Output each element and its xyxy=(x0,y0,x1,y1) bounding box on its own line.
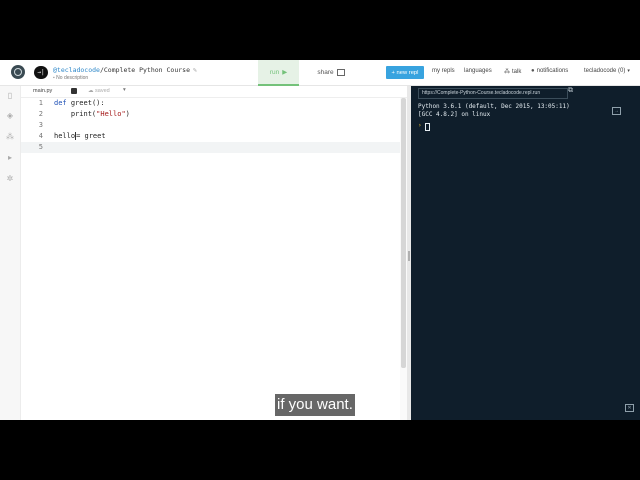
console-cursor xyxy=(425,123,430,131)
share-icon xyxy=(336,68,345,76)
new-repl-button[interactable]: + new repl xyxy=(386,66,424,79)
video-subtitle: if you want. xyxy=(275,394,355,416)
repl-description[interactable]: ▪ No description xyxy=(53,75,88,81)
line-number: 4 xyxy=(38,132,43,140)
files-icon[interactable]: ▯ xyxy=(5,91,15,101)
chat-icon: ⁂ xyxy=(504,69,510,75)
cloud-icon: ☁ xyxy=(88,88,96,94)
drag-handle-icon[interactable] xyxy=(408,251,410,261)
database-icon[interactable]: ⁂ xyxy=(5,132,15,142)
code-line: 4 hello= greet xyxy=(21,131,401,142)
code-line: 2 print("Hello") xyxy=(21,109,401,120)
top-bar: →| @tecladocode/Complete Python Course ✎ … xyxy=(0,60,640,86)
console-toggle-icon[interactable]: → xyxy=(612,107,621,115)
app-window: →| @tecladocode/Complete Python Course ✎ … xyxy=(0,60,640,420)
code-text: print("Hello") xyxy=(54,110,130,118)
line-number: 1 xyxy=(38,99,43,107)
code-text: hello= greet xyxy=(54,132,106,140)
languages-link[interactable]: languages xyxy=(464,68,492,74)
account-menu[interactable]: tecladocode (0) ▾ xyxy=(584,68,630,74)
bell-icon: ● xyxy=(531,68,535,74)
pencil-icon[interactable]: ✎ xyxy=(193,66,197,74)
chevron-down-icon: ▾ xyxy=(627,68,630,74)
share-button[interactable]: share xyxy=(310,60,352,84)
my-repls-link[interactable]: my repls xyxy=(432,68,455,74)
packages-icon[interactable]: ◈ xyxy=(5,111,15,121)
repl-name: Complete Python Course xyxy=(103,66,190,74)
chevron-down-icon[interactable]: ▾ xyxy=(123,87,126,93)
console-pane[interactable]: https://Complete-Python-Course.tecladoco… xyxy=(411,86,640,420)
code-line-active: 5 xyxy=(21,142,401,153)
console-output-line: [GCC 4.8.2] on linux xyxy=(418,111,491,118)
repl-title: @tecladocode/Complete Python Course ✎ xyxy=(53,66,197,74)
line-number: 3 xyxy=(38,121,43,129)
code-editor[interactable]: main.py ☁ saved ▾ 1 def greet(): 2 print… xyxy=(21,86,407,420)
file-square-icon xyxy=(71,88,77,94)
saved-status: ☁ saved xyxy=(88,88,110,94)
console-prompt: › xyxy=(418,122,422,129)
editor-tab-bar: main.py ☁ saved ▾ xyxy=(21,86,407,98)
play-icon: ▶ xyxy=(282,69,288,76)
talk-link[interactable]: ⁂ talk xyxy=(504,68,521,75)
replit-logo-icon[interactable] xyxy=(11,65,25,79)
repl-url-field[interactable]: https://Complete-Python-Course.tecladoco… xyxy=(418,88,568,99)
settings-icon[interactable]: ✲ xyxy=(5,174,15,184)
python-language-badge: →| xyxy=(34,66,48,79)
line-number: 2 xyxy=(38,110,43,118)
repl-owner-link[interactable]: @tecladocode xyxy=(53,66,100,74)
code-line: 1 def greet(): xyxy=(21,98,401,109)
scrollbar-thumb[interactable] xyxy=(401,98,406,368)
run-button[interactable]: run ▶ xyxy=(258,60,299,86)
external-link-icon[interactable]: ⧉ xyxy=(568,87,573,95)
code-line: 3 xyxy=(21,120,401,131)
console-output-line: Python 3.6.1 (default, Dec 2015, 13:05:1… xyxy=(418,103,570,110)
tab-main-py[interactable]: main.py xyxy=(33,88,52,94)
editor-scrollbar[interactable] xyxy=(400,98,407,420)
debugger-icon[interactable]: ▸ xyxy=(5,153,15,163)
line-number: 5 xyxy=(38,143,43,151)
clear-console-icon[interactable]: ✕ xyxy=(625,404,634,412)
code-text: def greet(): xyxy=(54,99,105,107)
sidebar-rail: ▯ ◈ ⁂ ▸ ✲ xyxy=(0,86,21,420)
notifications-link[interactable]: ● notifications xyxy=(531,68,568,74)
